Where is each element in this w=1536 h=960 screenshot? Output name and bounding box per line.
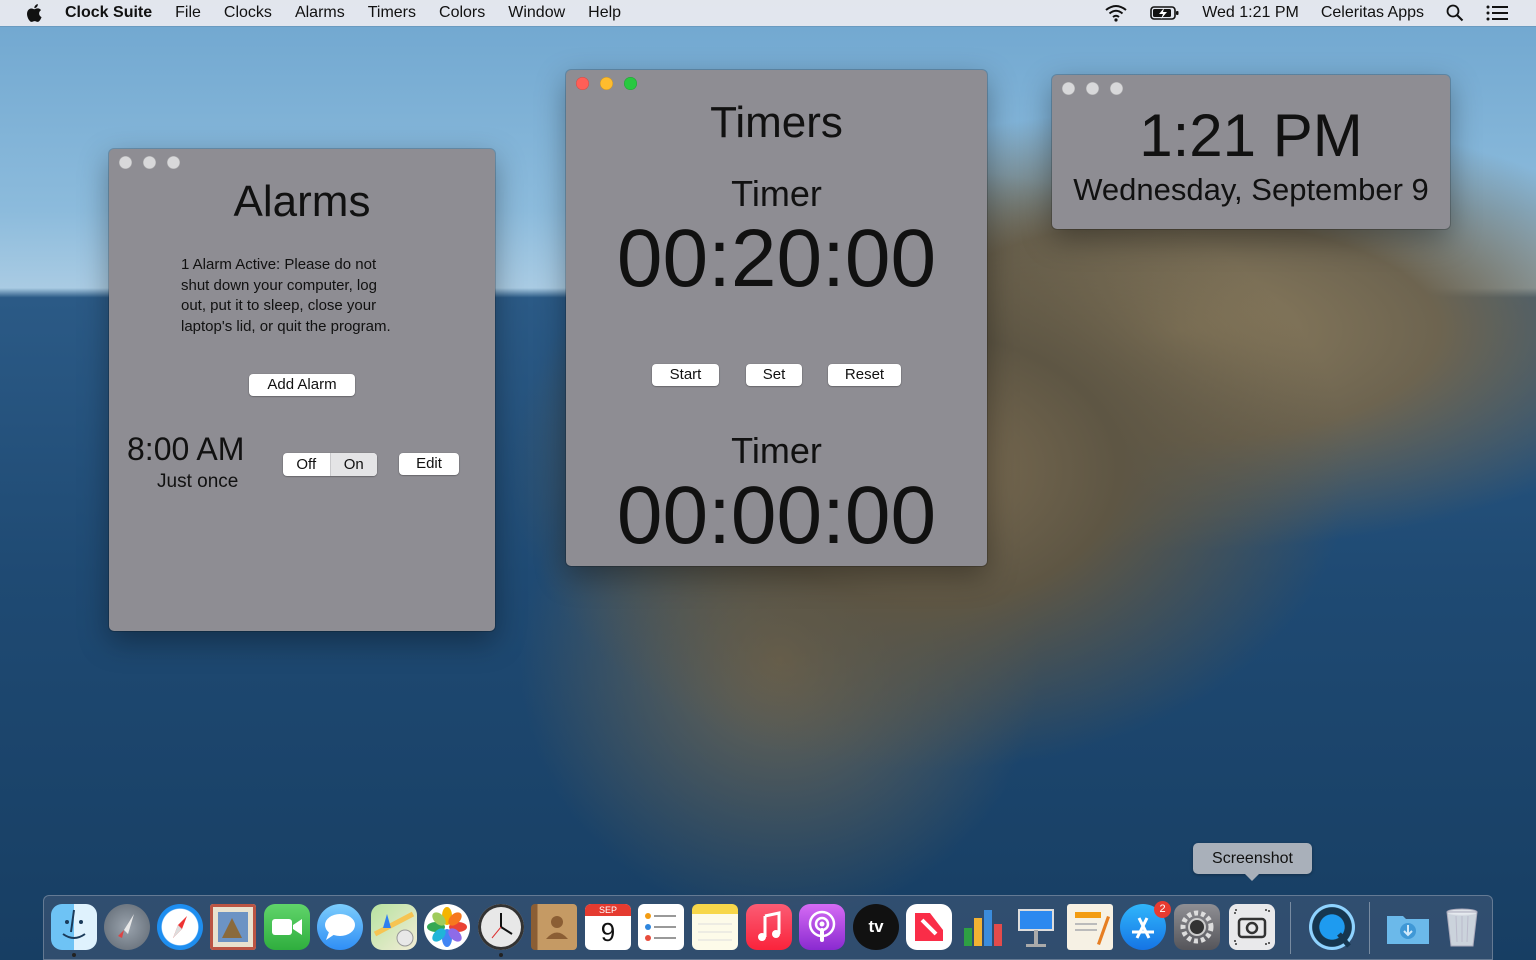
- battery-icon[interactable]: [1150, 5, 1180, 21]
- alarms-title: Alarms: [233, 177, 371, 226]
- minimize-button[interactable]: [143, 156, 156, 169]
- dock-separator: [1290, 902, 1291, 954]
- timer-label: Timer: [731, 173, 822, 214]
- zoom-button[interactable]: [1110, 82, 1123, 95]
- close-button[interactable]: [576, 77, 589, 90]
- calendar-icon[interactable]: SEP 9: [585, 904, 631, 950]
- alarms-window: Alarms 1 Alarm Active: Please do not shu…: [109, 149, 495, 631]
- reminders-icon[interactable]: [638, 904, 684, 950]
- calendar-month: SEP: [585, 904, 631, 916]
- numbers-icon[interactable]: [960, 904, 1006, 950]
- window-controls: [119, 156, 191, 169]
- quicktime-icon[interactable]: [1309, 904, 1355, 950]
- running-indicator: [499, 953, 503, 957]
- running-indicator: [72, 953, 76, 957]
- contacts-icon[interactable]: [531, 904, 577, 950]
- app-store-badge: 2: [1154, 901, 1171, 918]
- menu-bar: Clock Suite File Clocks Alarms Timers Co…: [0, 0, 1536, 26]
- alarm-toggle-on[interactable]: On: [329, 453, 377, 476]
- timers-title: Timers: [710, 98, 843, 147]
- menu-user[interactable]: Celeritas Apps: [1321, 4, 1424, 22]
- menu-alarms[interactable]: Alarms: [295, 4, 345, 22]
- edit-alarm-button[interactable]: Edit: [399, 453, 459, 475]
- notice-line: 1 Alarm Active: Please do not: [181, 256, 377, 273]
- menu-window[interactable]: Window: [508, 4, 565, 22]
- reset-button[interactable]: Reset: [828, 364, 901, 386]
- trash-icon[interactable]: [1439, 904, 1485, 950]
- minimize-button[interactable]: [600, 77, 613, 90]
- minimize-button[interactable]: [1086, 82, 1099, 95]
- menu-extras: Wed 1:21 PM Celeritas Apps: [1104, 0, 1536, 26]
- window-controls: [576, 77, 648, 90]
- screenshot-icon[interactable]: [1229, 904, 1275, 950]
- timers-window: Timers Timer 00:20:00 Start Set Reset Ti…: [566, 70, 987, 566]
- close-button[interactable]: [119, 156, 132, 169]
- timer-value: 00:20:00: [616, 213, 937, 304]
- clock-time: 1:21 PM: [1139, 102, 1363, 169]
- apple-tv-label: tv: [868, 917, 884, 936]
- start-button[interactable]: Start: [652, 364, 719, 386]
- set-button[interactable]: Set: [746, 364, 802, 386]
- close-button[interactable]: [1062, 82, 1075, 95]
- menu-timers[interactable]: Timers: [368, 4, 416, 22]
- menu-colors[interactable]: Colors: [439, 4, 485, 22]
- notice-line: laptop's lid, or quit the program.: [181, 317, 391, 335]
- zoom-button[interactable]: [624, 77, 637, 90]
- menu-clock[interactable]: Wed 1:21 PM: [1202, 4, 1299, 22]
- clock-date: Wednesday, September 9: [1073, 172, 1429, 207]
- zoom-button[interactable]: [167, 156, 180, 169]
- facetime-icon[interactable]: [264, 904, 310, 950]
- music-icon[interactable]: [746, 904, 792, 950]
- notes-icon[interactable]: [692, 904, 738, 950]
- window-controls: [1062, 82, 1134, 95]
- spotlight-search-icon[interactable]: [1446, 4, 1464, 22]
- alarm-time: 8:00 AM: [127, 431, 245, 467]
- wifi-icon[interactable]: [1104, 4, 1128, 22]
- maps-icon[interactable]: [371, 904, 417, 950]
- alarm-active-notice: 1 Alarm Active: Please do not shut down …: [181, 255, 391, 337]
- timer-value: 00:00:00: [616, 470, 937, 561]
- notice-line: out, put it to sleep, close your: [181, 297, 377, 314]
- downloads-folder-icon[interactable]: [1385, 904, 1431, 950]
- menu-file[interactable]: File: [175, 4, 201, 22]
- add-alarm-button[interactable]: Add Alarm: [249, 374, 355, 396]
- messages-icon[interactable]: [317, 904, 363, 950]
- alarm-toggle-off[interactable]: Off: [283, 453, 330, 476]
- system-preferences-icon[interactable]: [1174, 904, 1220, 950]
- launchpad-icon[interactable]: [104, 904, 150, 950]
- notification-center-icon[interactable]: [1486, 5, 1508, 21]
- alarm-repeat: Just once: [157, 471, 239, 492]
- clock-suite-icon[interactable]: [478, 904, 524, 950]
- news-icon[interactable]: [906, 904, 952, 950]
- clock-window: 1:21 PM Wednesday, September 9: [1052, 75, 1450, 229]
- menu-clocks[interactable]: Clocks: [224, 4, 272, 22]
- keynote-icon[interactable]: [1013, 904, 1059, 950]
- dock-separator: [1369, 902, 1370, 954]
- podcasts-icon[interactable]: [799, 904, 845, 950]
- mail-icon[interactable]: [210, 904, 256, 950]
- calendar-day: 9: [600, 917, 616, 947]
- pages-icon[interactable]: [1067, 904, 1113, 950]
- photos-icon[interactable]: [424, 904, 470, 950]
- menu-help[interactable]: Help: [588, 4, 621, 22]
- notice-line: shut down your computer, log: [181, 276, 377, 294]
- menu-app-name[interactable]: Clock Suite: [65, 4, 152, 22]
- finder-icon[interactable]: [51, 904, 97, 950]
- apple-tv-icon[interactable]: tv: [853, 904, 899, 950]
- apple-menu-icon[interactable]: [24, 2, 46, 24]
- safari-icon[interactable]: [157, 904, 203, 950]
- alarm-toggle: Off On: [283, 453, 377, 476]
- timer-label: Timer: [731, 430, 822, 471]
- dock-tooltip: Screenshot: [1193, 843, 1312, 881]
